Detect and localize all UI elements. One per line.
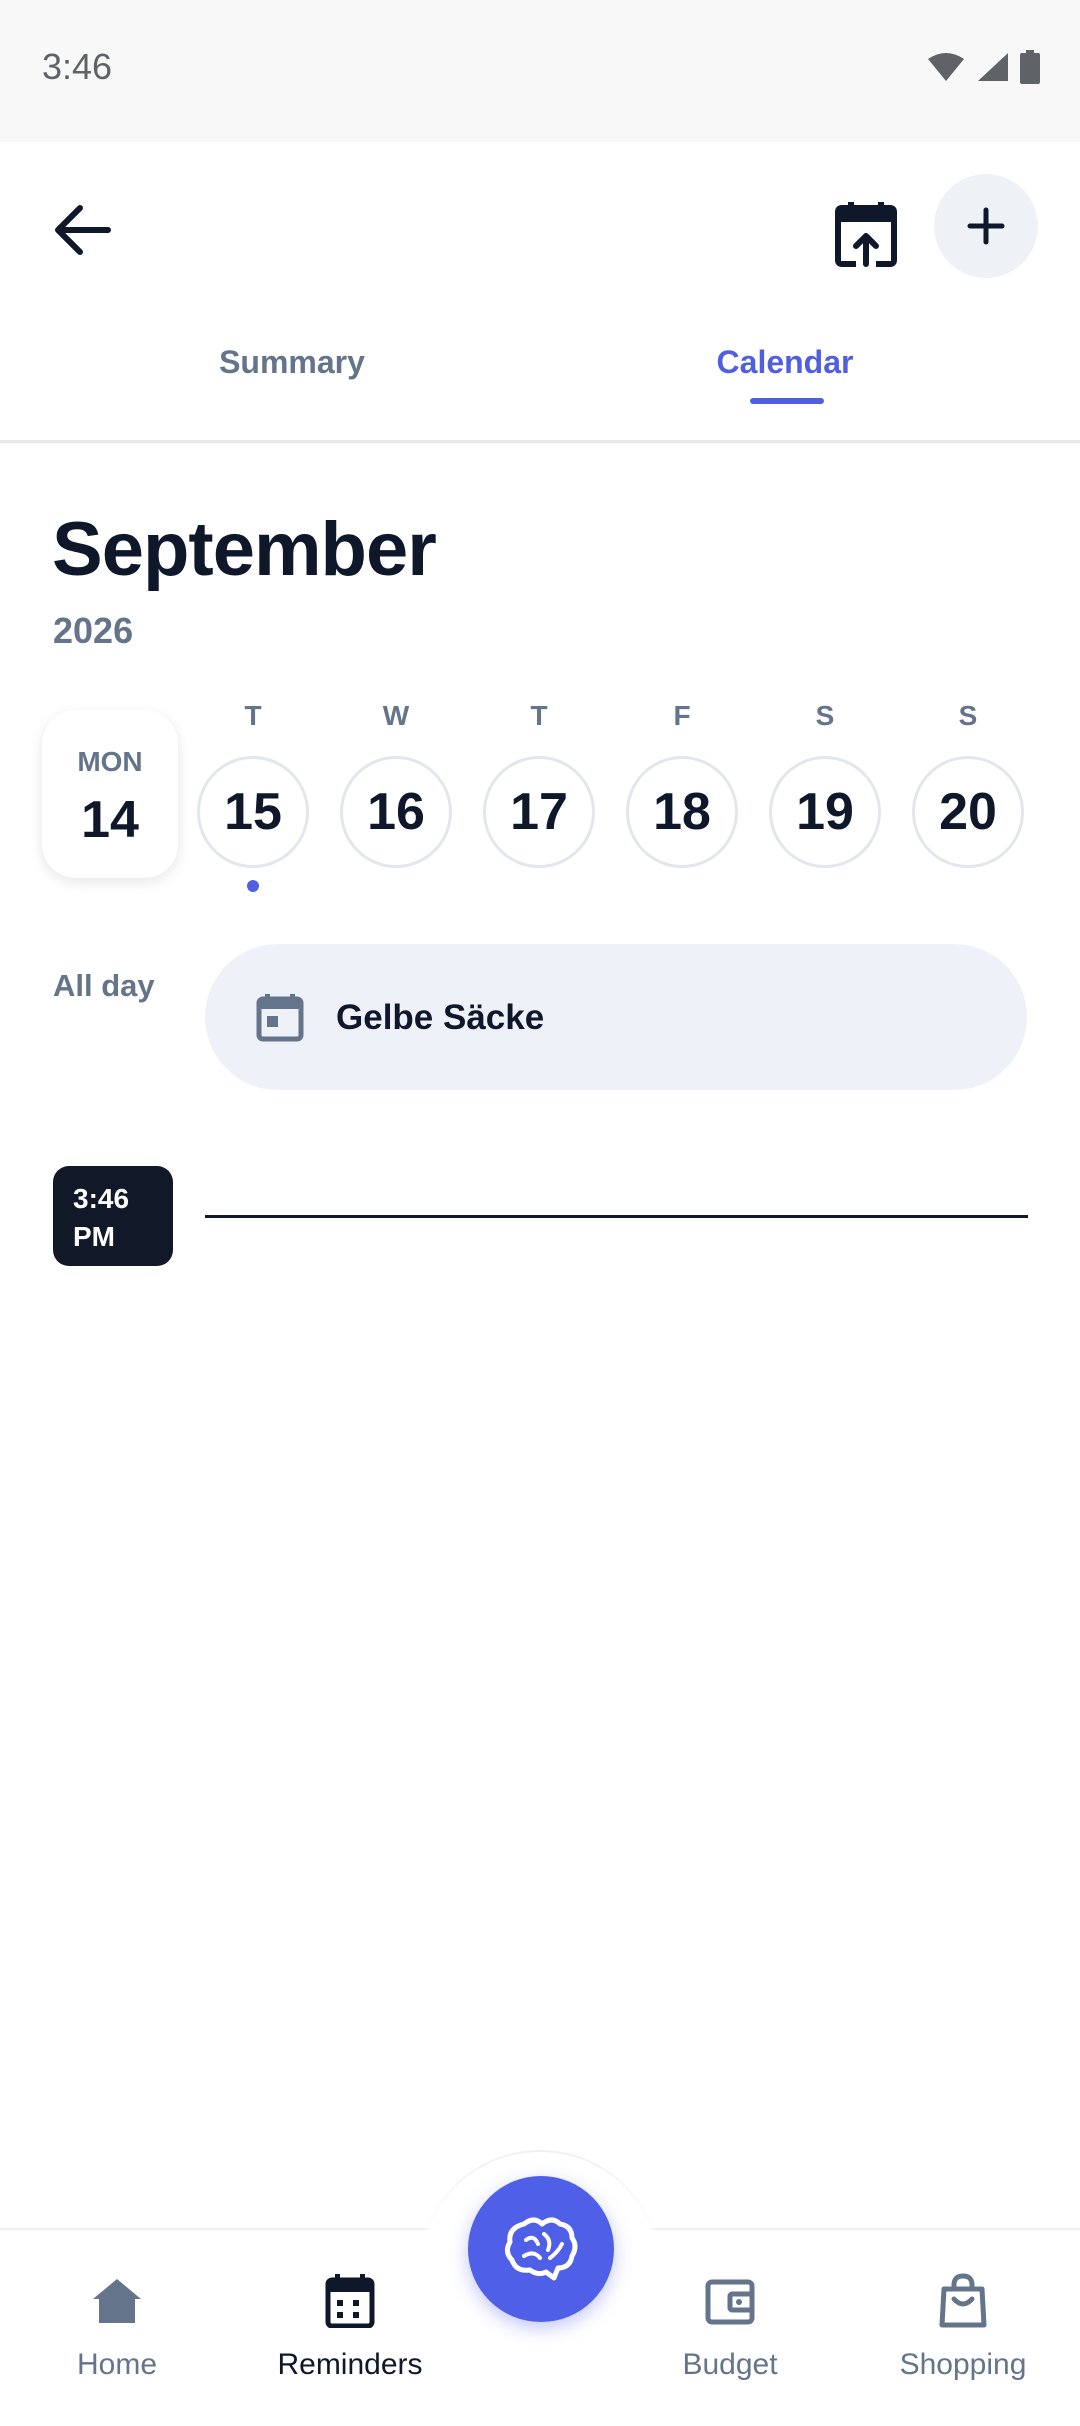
plus-icon <box>967 207 1005 245</box>
brain-icon <box>504 2217 578 2281</box>
nav-home[interactable]: Home <box>17 2270 217 2382</box>
active-tab-indicator <box>750 398 824 404</box>
wallet-icon <box>705 2279 755 2325</box>
nav-budget[interactable]: Budget <box>630 2270 830 2382</box>
top-app-bar <box>0 142 1080 312</box>
day-number: 19 <box>769 756 881 868</box>
tab-bar: Summary Calendar <box>0 312 1080 443</box>
nav-label: Reminders <box>277 2348 423 2381</box>
day-number: 20 <box>912 756 1024 868</box>
year-label: 2026 <box>53 610 134 651</box>
add-button[interactable] <box>934 174 1038 278</box>
calendar-event-icon <box>256 994 304 1042</box>
current-time-line <box>205 1215 1028 1218</box>
day-number: 18 <box>626 756 738 868</box>
day-number: 17 <box>483 756 595 868</box>
arrow-left-icon <box>55 205 111 255</box>
today-weekday: MON <box>77 746 143 777</box>
current-time-badge: 3:46 PM <box>53 1166 173 1266</box>
day-letter: T <box>244 700 262 731</box>
ai-assistant-button[interactable] <box>468 2176 614 2322</box>
day-letter: S <box>958 700 978 731</box>
day-number: 15 <box>197 756 309 868</box>
nav-label: Budget <box>682 2348 778 2381</box>
status-bar: 3:46 <box>0 0 1080 142</box>
week-strip: MON 14 T 15 W 16 T 17 F 18 S 19 S 20 <box>0 700 1080 900</box>
signal-icon <box>978 53 1008 81</box>
battery-icon <box>1020 50 1040 84</box>
tab-calendar[interactable]: Calendar <box>540 344 1030 381</box>
tab-summary[interactable]: Summary <box>0 344 584 381</box>
home-icon <box>93 2279 141 2323</box>
wifi-icon <box>928 53 964 81</box>
day-today[interactable]: MON 14 <box>42 710 178 878</box>
all-day-event-card[interactable]: Gelbe Säcke <box>205 944 1027 1090</box>
nav-label: Shopping <box>899 2348 1027 2381</box>
day-number: 16 <box>340 756 452 868</box>
today-date: 14 <box>81 791 139 849</box>
shopping-bag-icon <box>939 2273 987 2328</box>
day-letter: T <box>530 700 548 731</box>
event-title: Gelbe Säcke <box>336 998 545 1037</box>
day-letter: F <box>673 700 691 731</box>
export-calendar-button[interactable] <box>818 186 914 282</box>
event-indicator-dot <box>247 880 259 892</box>
all-day-label: All day <box>53 968 155 1003</box>
nav-reminders[interactable]: Reminders <box>250 2270 450 2382</box>
calendar-export-icon <box>835 202 897 267</box>
status-icons <box>926 50 1040 84</box>
day-letter: S <box>815 700 835 731</box>
day-letter: W <box>382 700 410 731</box>
month-title: September <box>52 507 437 592</box>
back-button[interactable] <box>42 190 122 270</box>
nav-shopping[interactable]: Shopping <box>863 2270 1063 2382</box>
calendar-icon <box>325 2274 375 2328</box>
nav-label: Home <box>76 2348 158 2381</box>
status-time: 3:46 <box>42 46 113 87</box>
